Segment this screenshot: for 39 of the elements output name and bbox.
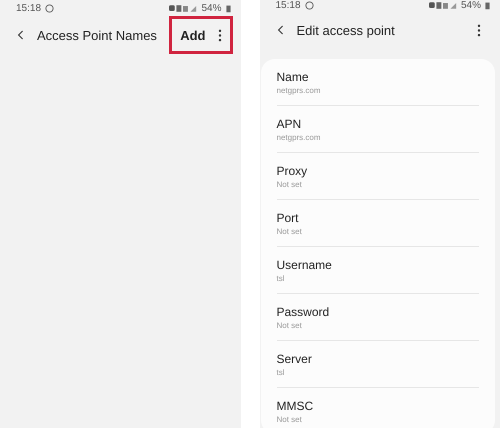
setting-value: netgprs.com (276, 132, 322, 142)
setting-label: APN (276, 116, 302, 130)
more-options-icon[interactable] (477, 24, 481, 36)
status-icons (428, 1, 457, 10)
battery-icon (485, 1, 490, 10)
setting-value: tsl (276, 274, 286, 282)
screen-title: Edit access point (296, 22, 395, 38)
setting-row[interactable]: Password Not set (276, 294, 479, 341)
setting-row[interactable]: MMSC Not set (276, 388, 479, 428)
status-time: 15:18 (16, 2, 42, 14)
setting-label: Server (276, 352, 313, 366)
status-icons (169, 4, 198, 12)
setting-row[interactable]: Server tsl (276, 341, 479, 388)
setting-label: Port (276, 210, 300, 224)
back-icon[interactable] (276, 24, 284, 36)
more-options-icon[interactable] (218, 28, 222, 42)
status-time: 15:18 (276, 0, 301, 11)
setting-row[interactable]: Port Not set (276, 200, 479, 247)
setting-value: Not set (276, 414, 303, 424)
setting-value: Not set (276, 320, 303, 330)
setting-label: Proxy (276, 164, 308, 178)
setting-row[interactable]: Proxy Not set (276, 153, 479, 200)
setting-label: MMSC (276, 398, 314, 412)
setting-label: Username (276, 258, 333, 272)
setting-value: netgprs.com (276, 86, 322, 94)
setting-value: tsl (276, 368, 286, 376)
back-icon[interactable] (17, 29, 25, 41)
battery-level: 54% (460, 0, 481, 11)
add-button[interactable]: Add (180, 28, 206, 42)
setting-value: Not set (276, 180, 303, 188)
battery-level: 54% (201, 2, 222, 14)
setting-label: Name (276, 70, 310, 84)
setting-row[interactable]: Username tsl (276, 247, 479, 294)
screen-title: Access Point Names (37, 28, 157, 42)
setting-row[interactable]: APN netgprs.com (276, 106, 479, 153)
setting-value: Not set (276, 226, 303, 236)
setting-label: Password (276, 304, 330, 318)
setting-row[interactable]: Name netgprs.com (276, 59, 479, 106)
battery-icon (226, 4, 230, 12)
